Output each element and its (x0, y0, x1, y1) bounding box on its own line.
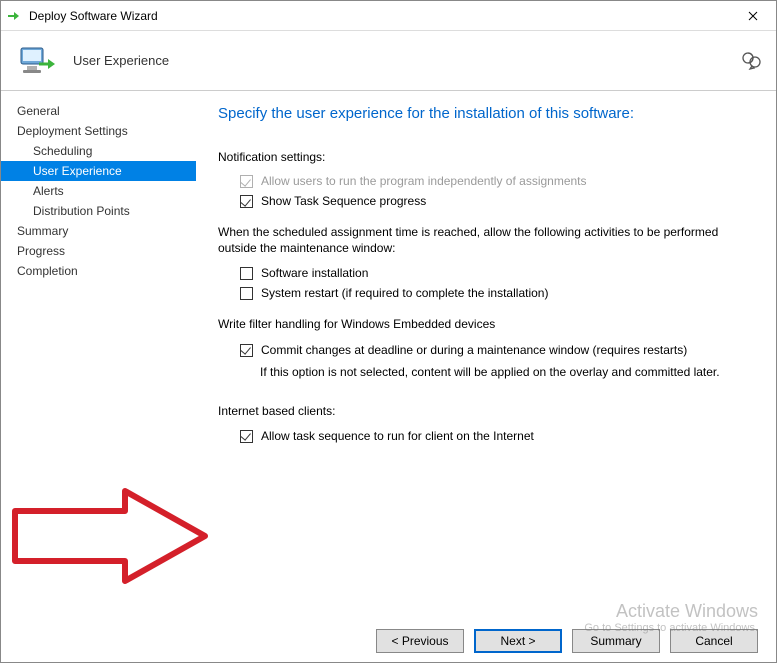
sidebar-item-completion[interactable]: Completion (1, 261, 196, 281)
window-title: Deploy Software Wizard (29, 9, 730, 23)
checkbox-row-system-restart[interactable]: System restart (if required to complete … (240, 286, 754, 300)
checkbox-allow-users-label: Allow users to run the program independe… (261, 174, 587, 188)
checkbox-show-progress-label: Show Task Sequence progress (261, 194, 426, 208)
footer: < Previous Next > Summary Cancel (1, 620, 776, 662)
checkbox-show-progress[interactable] (240, 195, 253, 208)
page-title: User Experience (73, 53, 169, 68)
maintenance-paragraph: When the scheduled assignment time is re… (218, 224, 754, 256)
checkbox-row-commit[interactable]: Commit changes at deadline or during a m… (240, 343, 754, 357)
checkbox-commit-label: Commit changes at deadline or during a m… (261, 343, 687, 357)
sidebar: General Deployment Settings Scheduling U… (1, 91, 196, 620)
sidebar-item-user-experience[interactable]: User Experience (1, 161, 196, 181)
commit-note: If this option is not selected, content … (260, 365, 740, 379)
sidebar-item-general[interactable]: General (1, 101, 196, 121)
previous-button[interactable]: < Previous (376, 629, 464, 653)
write-filter-label: Write filter handling for Windows Embedd… (218, 316, 754, 332)
close-button[interactable] (730, 1, 776, 31)
header: User Experience (1, 31, 776, 91)
sidebar-item-alerts[interactable]: Alerts (1, 181, 196, 201)
body: General Deployment Settings Scheduling U… (1, 91, 776, 620)
checkbox-software-install[interactable] (240, 267, 253, 280)
summary-button[interactable]: Summary (572, 629, 660, 653)
cancel-button[interactable]: Cancel (670, 629, 758, 653)
wizard-window: Deploy Software Wizard User Experience (0, 0, 777, 663)
checkbox-allow-users (240, 175, 253, 188)
sidebar-item-scheduling[interactable]: Scheduling (1, 141, 196, 161)
checkbox-row-internet[interactable]: Allow task sequence to run for client on… (240, 429, 754, 443)
sidebar-item-deployment-settings[interactable]: Deployment Settings (1, 121, 196, 141)
checkbox-internet-label: Allow task sequence to run for client on… (261, 429, 534, 443)
checkbox-software-install-label: Software installation (261, 266, 368, 280)
help-icon[interactable] (740, 49, 762, 74)
checkbox-row-software-install[interactable]: Software installation (240, 266, 754, 280)
sidebar-item-progress[interactable]: Progress (1, 241, 196, 261)
content-heading: Specify the user experience for the inst… (218, 105, 754, 122)
checkbox-commit[interactable] (240, 344, 253, 357)
checkbox-internet[interactable] (240, 430, 253, 443)
app-icon (7, 8, 23, 24)
checkbox-row-allow-users: Allow users to run the program independe… (240, 174, 754, 188)
content: Specify the user experience for the inst… (196, 91, 776, 620)
close-icon (748, 11, 758, 21)
notification-label: Notification settings: (218, 150, 754, 164)
wizard-icon (15, 40, 57, 82)
sidebar-item-distribution-points[interactable]: Distribution Points (1, 201, 196, 221)
titlebar: Deploy Software Wizard (1, 1, 776, 31)
sidebar-item-summary[interactable]: Summary (1, 221, 196, 241)
internet-label: Internet based clients: (218, 403, 754, 419)
next-button[interactable]: Next > (474, 629, 562, 653)
checkbox-system-restart[interactable] (240, 287, 253, 300)
checkbox-row-show-progress[interactable]: Show Task Sequence progress (240, 194, 754, 208)
checkbox-system-restart-label: System restart (if required to complete … (261, 286, 548, 300)
